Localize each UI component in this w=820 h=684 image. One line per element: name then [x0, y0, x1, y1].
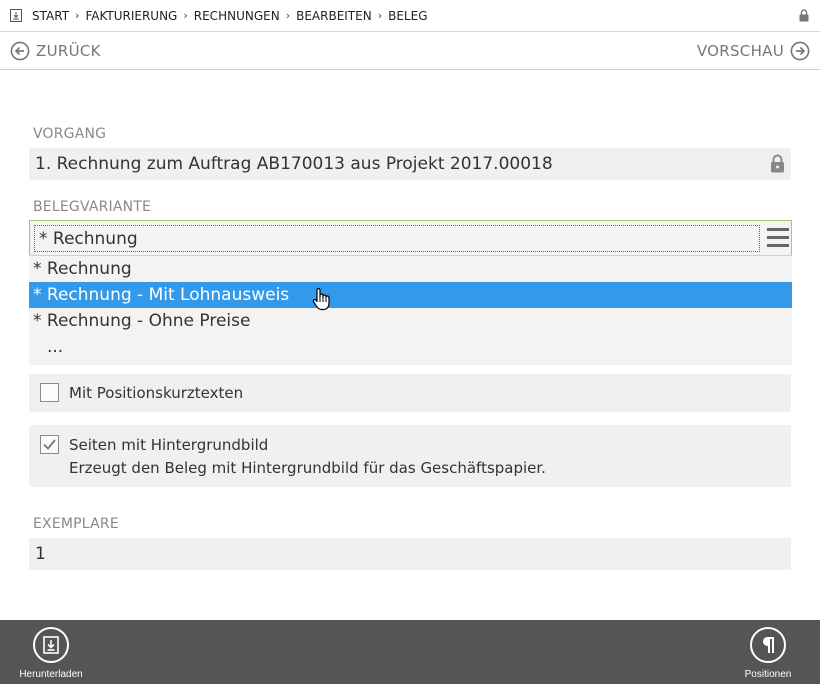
breadcrumb-beleg[interactable]: BELEG: [388, 9, 427, 23]
exemplare-value: 1: [35, 544, 46, 564]
hintergrundbild-checkbox[interactable]: [40, 435, 59, 454]
chevron-right-icon: ›: [285, 9, 291, 22]
breadcrumb: START › FAKTURIERUNG › RECHNUNGEN › BEAR…: [32, 9, 428, 23]
download-icon: [33, 627, 69, 663]
breadcrumb-rechnungen[interactable]: RECHNUNGEN: [194, 9, 280, 23]
belegvariante-input[interactable]: * Rechnung: [34, 225, 760, 252]
download-button[interactable]: Herunterladen: [11, 627, 91, 680]
exemplare-label: EXEMPLARE: [33, 516, 119, 532]
belegvariante-dropdown-list: * Rechnung * Rechnung - Mit Lohnausweis …: [29, 255, 792, 365]
arrow-right-circle-icon: [790, 41, 810, 61]
positionskurztexte-label: Mit Positionskurztexten: [69, 384, 244, 402]
chevron-right-icon: ›: [75, 9, 80, 22]
preview-button[interactable]: VORSCHAU: [697, 41, 810, 61]
chevron-right-icon: ›: [377, 9, 383, 22]
hintergrundbild-label: Seiten mit Hintergrundbild: [69, 436, 269, 454]
belegvariante-label: BELEGVARIANTE: [33, 199, 152, 215]
lock-icon: [770, 154, 785, 178]
download-label: Herunterladen: [19, 669, 83, 680]
list-item[interactable]: * Rechnung: [29, 256, 792, 282]
vorgang-field: 1. Rechnung zum Auftrag AB170013 aus Pro…: [29, 148, 791, 180]
chevron-right-icon: ›: [183, 9, 188, 22]
positions-button[interactable]: Positionen: [728, 627, 808, 680]
belegvariante-combobox[interactable]: * Rechnung * Rechnung * Rechnung - Mit L…: [29, 220, 792, 365]
hintergrundbild-row: Seiten mit Hintergrundbild Erzeugt den B…: [29, 425, 791, 487]
breadcrumb-start[interactable]: START: [32, 9, 69, 23]
breadcrumb-bar: START › FAKTURIERUNG › RECHNUNGEN › BEAR…: [0, 0, 820, 32]
bottom-app-bar: Herunterladen Positionen: [0, 620, 820, 684]
download-box-icon[interactable]: [9, 9, 23, 23]
back-label: ZURÜCK: [36, 42, 101, 60]
pilcrow-icon: [750, 627, 786, 663]
arrow-left-circle-icon: [10, 41, 30, 61]
hamburger-menu-icon[interactable]: [767, 228, 789, 248]
lock-icon: [799, 9, 809, 25]
positionskurztexte-row: Mit Positionskurztexten: [29, 374, 791, 412]
back-button[interactable]: ZURÜCK: [10, 41, 101, 61]
list-item-more[interactable]: ...: [29, 334, 792, 360]
positions-label: Positionen: [744, 669, 792, 680]
hand-pointer-icon: [312, 287, 332, 315]
vorgang-label: VORGANG: [33, 126, 107, 142]
vorgang-value: 1. Rechnung zum Auftrag AB170013 aus Pro…: [35, 154, 553, 174]
positionskurztexte-checkbox[interactable]: [40, 383, 59, 402]
hintergrundbild-description: Erzeugt den Beleg mit Hintergrundbild fü…: [69, 459, 546, 477]
preview-label: VORSCHAU: [696, 42, 784, 60]
list-item-selected[interactable]: * Rechnung - Mit Lohnausweis: [29, 282, 792, 308]
list-item[interactable]: * Rechnung - Ohne Preise: [29, 308, 792, 334]
breadcrumb-bearbeiten[interactable]: BEARBEITEN: [296, 9, 372, 23]
exemplare-field[interactable]: 1: [29, 538, 791, 570]
breadcrumb-fakturierung[interactable]: FAKTURIERUNG: [85, 9, 177, 23]
checkmark-icon: [43, 439, 56, 450]
navigation-bar: ZURÜCK VORSCHAU: [0, 33, 820, 70]
belegvariante-value: * Rechnung: [39, 228, 138, 249]
